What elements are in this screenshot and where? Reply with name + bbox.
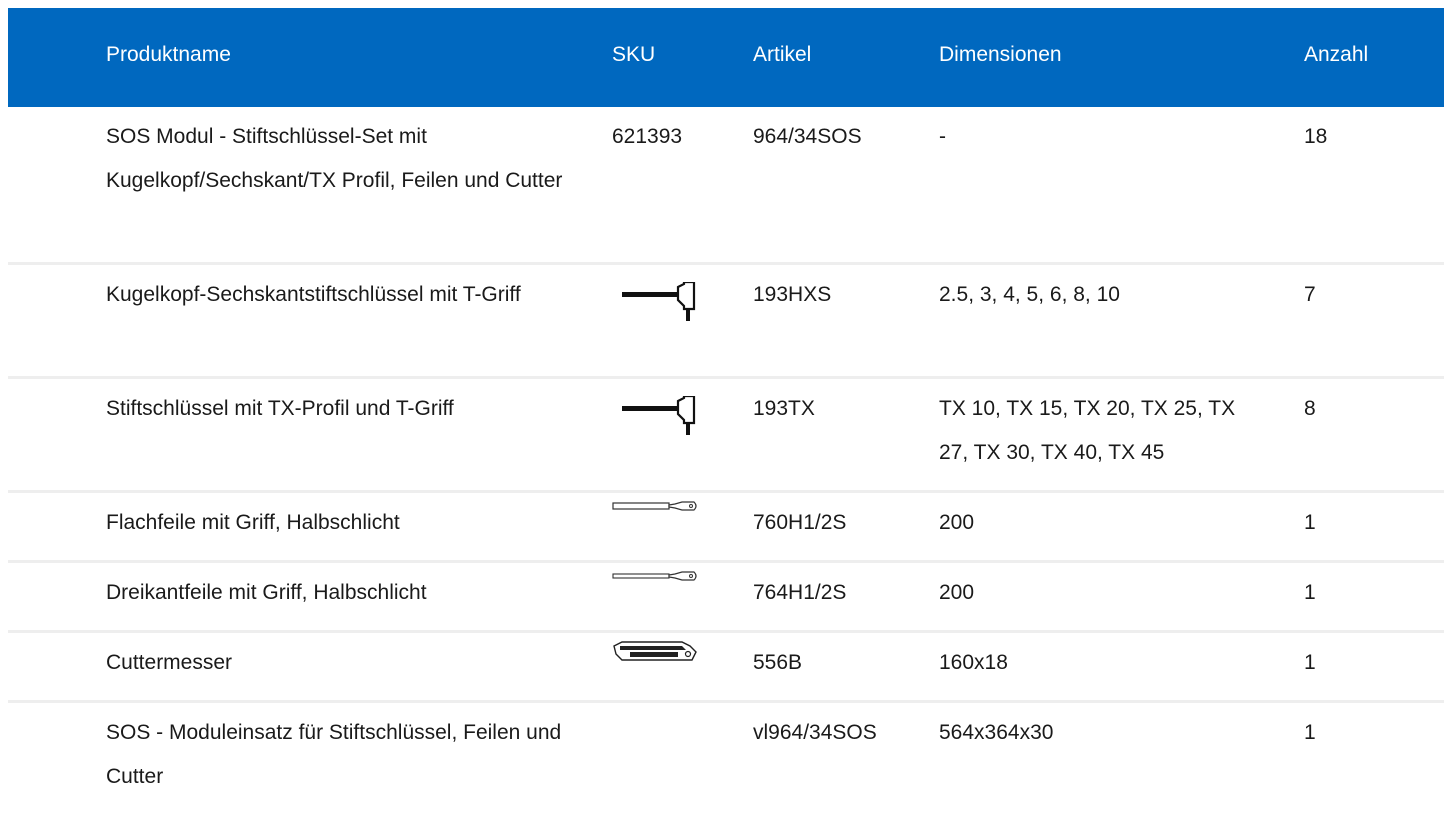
- product-article: 760H1/2S: [753, 511, 847, 534]
- table-row: Dreikantfeile mit Griff, Halbschlicht 76…: [8, 563, 1444, 633]
- product-dimensions: -: [939, 125, 946, 148]
- table-row: Stiftschlüssel mit TX-Profil und T-Griff…: [8, 379, 1444, 493]
- header-quantity[interactable]: Anzahl: [1304, 8, 1424, 107]
- table-header: Produktname SKU Artikel Dimensionen Anza…: [8, 8, 1444, 107]
- product-dimensions: TX 10, TX 15, TX 20, TX 25, TX 27, TX 30…: [939, 397, 1236, 464]
- t-handle-hex-key-icon: [622, 282, 696, 321]
- product-table: Produktname SKU Artikel Dimensionen Anza…: [8, 8, 1444, 813]
- header-name[interactable]: Produktname: [106, 8, 576, 107]
- product-quantity: 1: [1304, 651, 1316, 674]
- product-dimensions: 2.5, 3, 4, 5, 6, 8, 10: [939, 283, 1120, 306]
- product-article: 556B: [753, 651, 803, 674]
- product-name[interactable]: Kugelkopf-Sechskantstiftschlüssel mit T-…: [106, 273, 576, 317]
- product-name[interactable]: SOS Modul - Stiftschlüssel-Set mit Kugel…: [106, 115, 576, 203]
- product-article: vl964/34SOS: [753, 721, 877, 744]
- t-handle-torx-key-icon: [622, 396, 696, 435]
- product-name[interactable]: Dreikantfeile mit Griff, Halbschlicht: [106, 571, 576, 615]
- table-row: Cuttermesser 556B 160x18 1: [8, 633, 1444, 703]
- product-sku: 621393: [612, 125, 683, 148]
- cutter-knife-icon: [613, 641, 697, 661]
- product-name[interactable]: SOS - Moduleinsatz für Stiftschlüssel, F…: [106, 711, 576, 799]
- table-row: Flachfeile mit Griff, Halbschlicht 760H1…: [8, 493, 1444, 563]
- product-quantity: 1: [1304, 721, 1316, 744]
- product-dimensions: 200: [939, 511, 975, 534]
- product-quantity: 8: [1304, 397, 1316, 420]
- product-name[interactable]: Cuttermesser: [106, 641, 576, 685]
- header-article[interactable]: Artikel: [753, 8, 913, 107]
- product-quantity: 1: [1304, 511, 1316, 534]
- product-article: 964/34SOS: [753, 125, 862, 148]
- product-name[interactable]: Stiftschlüssel mit TX-Profil und T-Griff: [106, 387, 576, 431]
- flat-file-icon: [612, 501, 697, 511]
- product-dimensions: 564x364x30: [939, 721, 1054, 744]
- product-article: 193HXS: [753, 283, 832, 306]
- product-dimensions: 160x18: [939, 651, 1008, 674]
- table-row: SOS Modul - Stiftschlüssel-Set mit Kugel…: [8, 107, 1444, 265]
- table-row: Kugelkopf-Sechskantstiftschlüssel mit T-…: [8, 265, 1444, 379]
- product-quantity: 1: [1304, 581, 1316, 604]
- header-sku[interactable]: SKU: [612, 8, 722, 107]
- product-dimensions: 200: [939, 581, 975, 604]
- product-quantity: 7: [1304, 283, 1316, 306]
- triangular-file-icon: [612, 571, 697, 581]
- table-row: SOS - Moduleinsatz für Stiftschlüssel, F…: [8, 703, 1444, 813]
- product-name[interactable]: Flachfeile mit Griff, Halbschlicht: [106, 501, 576, 545]
- product-article: 764H1/2S: [753, 581, 847, 604]
- header-dimensions[interactable]: Dimensionen: [939, 8, 1259, 107]
- product-article: 193TX: [753, 397, 815, 420]
- product-quantity: 18: [1304, 125, 1328, 148]
